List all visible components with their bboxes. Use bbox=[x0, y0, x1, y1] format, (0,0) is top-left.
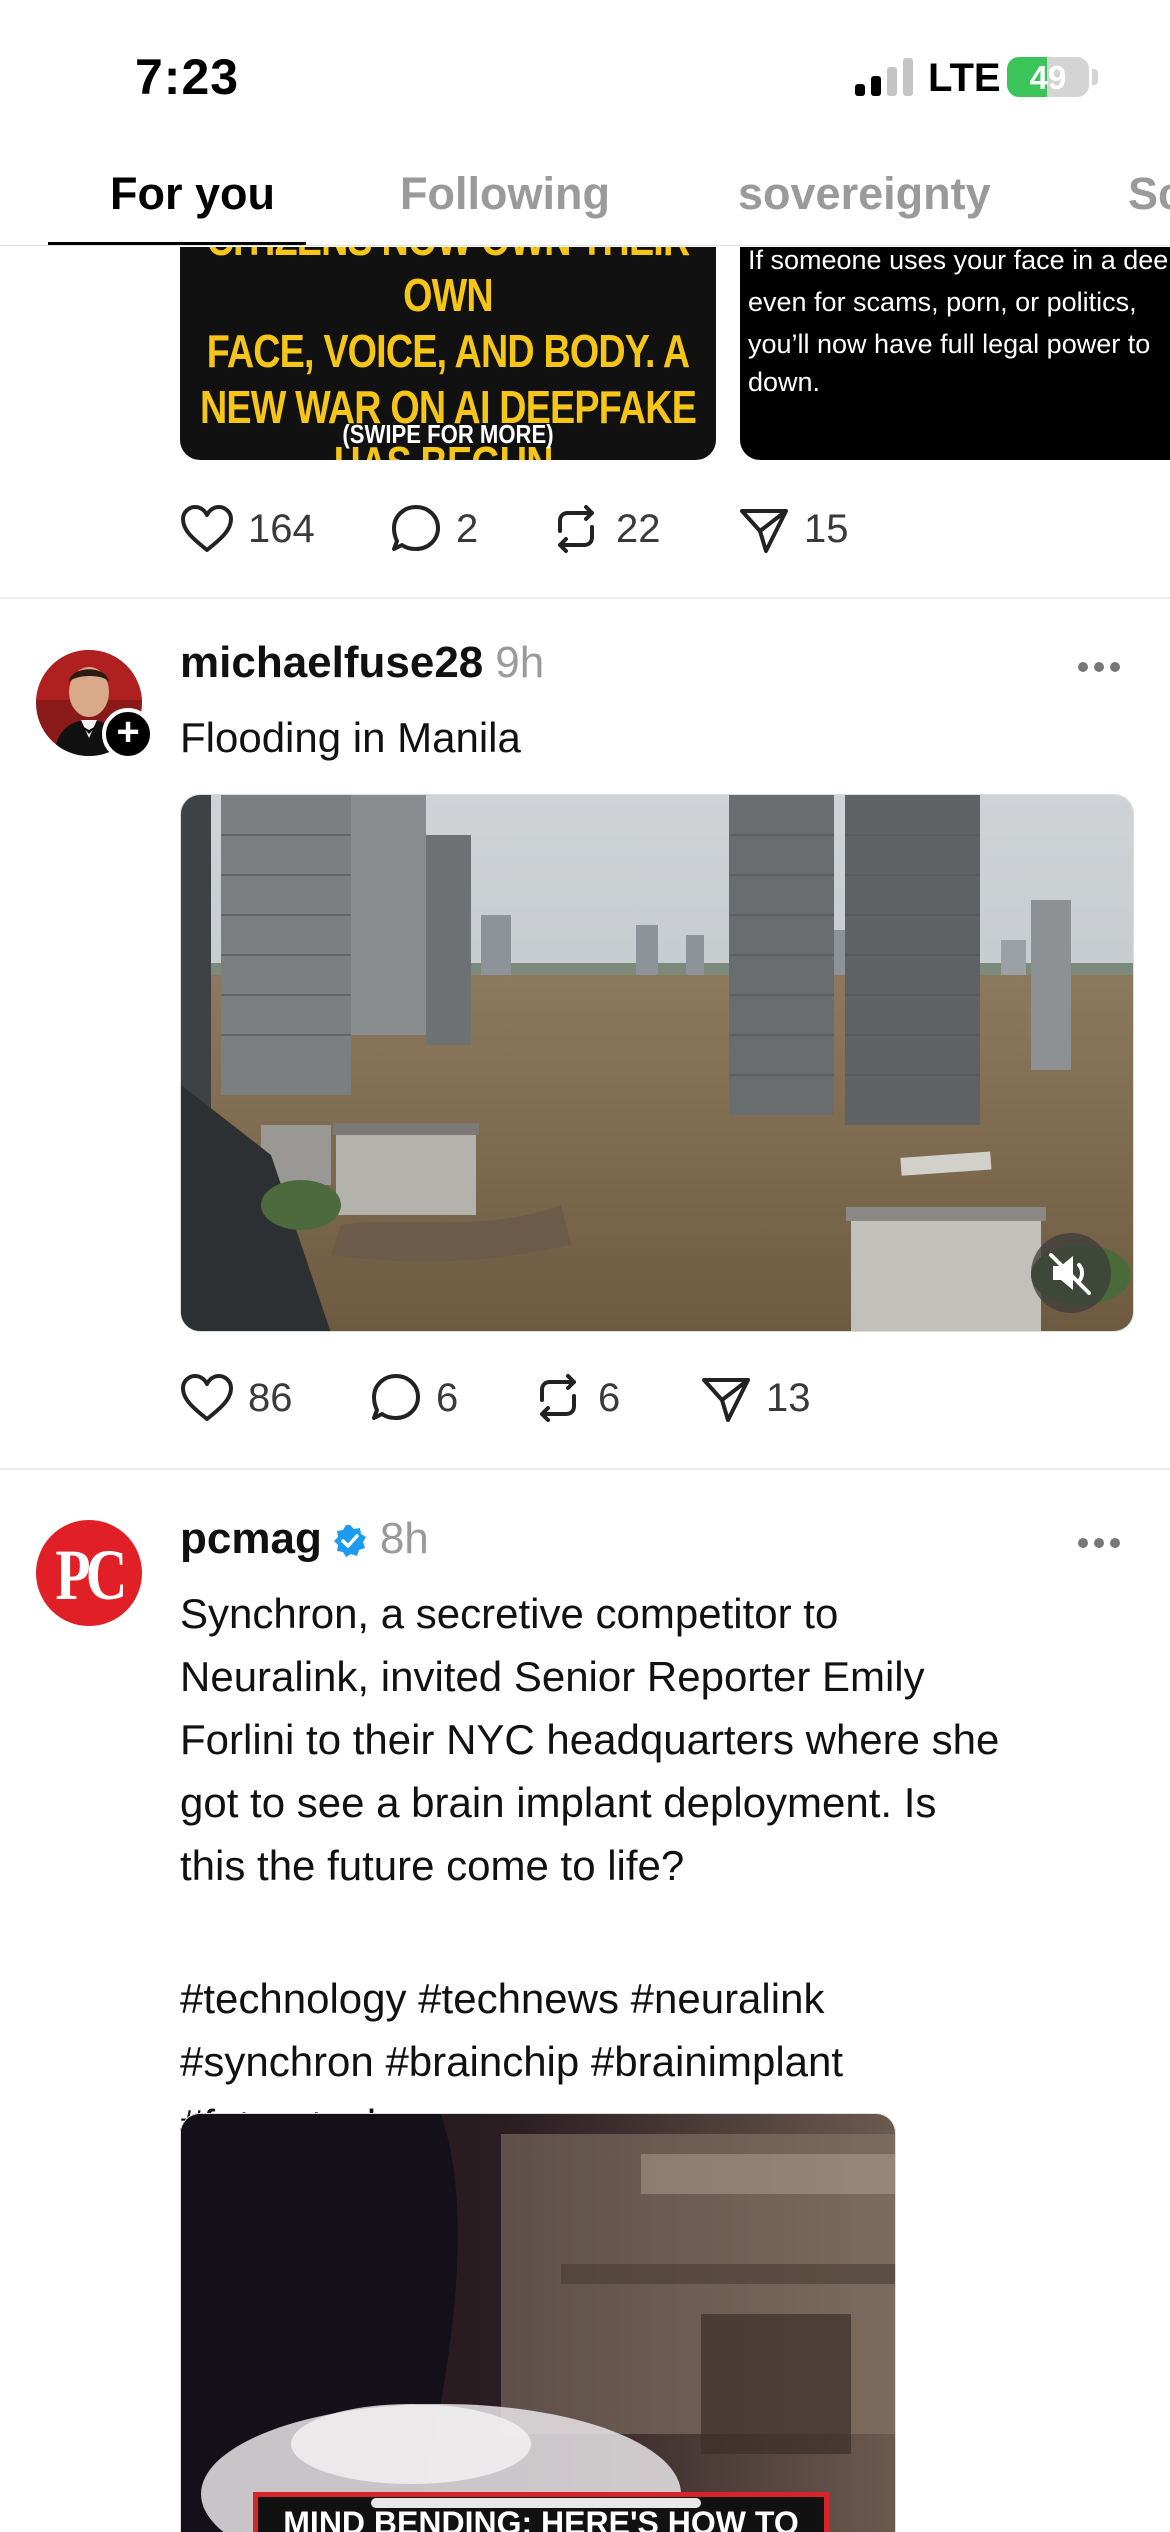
card-line: you’ll now have full legal power to bbox=[748, 329, 1151, 359]
network-type: LTE bbox=[928, 56, 1001, 100]
active-tab-indicator bbox=[48, 242, 306, 245]
card-footer: (SWIPE FOR MORE) bbox=[342, 419, 554, 449]
avatar[interactable]: PC bbox=[36, 1520, 142, 1626]
repost-button[interactable]: 22 bbox=[550, 499, 661, 559]
follow-plus-button[interactable]: + bbox=[102, 708, 154, 760]
text-line: Synchron, a secretive competitor to bbox=[180, 1590, 839, 1637]
post-header: michaelfuse28 9h bbox=[180, 638, 544, 688]
hashtag-line[interactable]: #synchron #brainchip #brainimplant bbox=[180, 2030, 1140, 2093]
post-time: 8h bbox=[379, 1514, 429, 1563]
like-button[interactable]: 164 bbox=[180, 499, 315, 559]
text-line: Forlini to their NYC headquarters where … bbox=[180, 1716, 1000, 1763]
username[interactable]: pcmag bbox=[180, 1514, 322, 1563]
reply-count: 2 bbox=[456, 506, 479, 551]
repost-icon bbox=[540, 1374, 576, 1422]
post-text: Flooding in Manila bbox=[180, 714, 521, 761]
reply-button[interactable]: 2 bbox=[390, 499, 478, 559]
comment-icon bbox=[392, 505, 440, 551]
feed-tabs: For you Following sovereignty Sc bbox=[0, 150, 1170, 246]
more-options-icon[interactable] bbox=[1078, 1538, 1122, 1550]
share-count: 15 bbox=[804, 506, 849, 551]
flood-scene-image bbox=[181, 795, 1133, 1331]
battery-icon: 49 bbox=[1007, 57, 1089, 97]
cellular-signal-icon bbox=[855, 58, 915, 96]
tab-partial[interactable]: Sc bbox=[1128, 168, 1170, 220]
carousel-card-2[interactable]: If someone uses your face in a deep even… bbox=[740, 247, 1170, 460]
text-line: got to see a brain implant deployment. I… bbox=[180, 1779, 937, 1826]
battery-percent: 49 bbox=[1029, 59, 1067, 96]
repost-icon bbox=[558, 505, 594, 553]
tab-sovereignty[interactable]: sovereignty bbox=[738, 168, 991, 220]
repost-count: 6 bbox=[598, 1375, 621, 1420]
card-line: even for scams, porn, or politics, bbox=[748, 287, 1137, 317]
post-deepfake: CITIZENS NOW OWN THEIR OWN FACE, VOICE, … bbox=[0, 247, 1170, 597]
share-count: 13 bbox=[766, 1375, 811, 1420]
video-flooding[interactable] bbox=[180, 794, 1134, 1332]
scroll-indicator bbox=[371, 2498, 701, 2508]
status-bar: 7:23 LTE 49 bbox=[0, 0, 1170, 150]
send-icon bbox=[740, 509, 788, 553]
card-line: CITIZENS NOW OWN THEIR OWN bbox=[207, 247, 691, 321]
hashtag-line[interactable]: #technology #technews #neuralink bbox=[180, 1967, 1140, 2030]
tab-for-you[interactable]: For you bbox=[110, 168, 275, 220]
repost-count: 22 bbox=[616, 506, 661, 551]
reply-button[interactable]: 6 bbox=[370, 1368, 458, 1428]
video-synchron[interactable]: MIND BENDING: HERE'S HOW TO bbox=[180, 2113, 896, 2532]
tab-following[interactable]: Following bbox=[400, 168, 610, 220]
post-divider bbox=[0, 597, 1170, 599]
post-flooding: + michaelfuse28 9h Flooding in Manila 86… bbox=[0, 600, 1170, 1468]
carousel-card-1[interactable]: CITIZENS NOW OWN THEIR OWN FACE, VOICE, … bbox=[180, 247, 716, 460]
comment-icon bbox=[372, 1374, 420, 1420]
like-button[interactable]: 86 bbox=[180, 1368, 293, 1428]
mute-button[interactable] bbox=[1031, 1233, 1111, 1313]
like-count: 164 bbox=[248, 506, 315, 551]
send-icon bbox=[702, 1378, 750, 1422]
media-caption: MIND BENDING: HERE'S HOW TO bbox=[283, 2505, 799, 2532]
like-count: 86 bbox=[248, 1375, 293, 1420]
card-line: If someone uses your face in a deep bbox=[748, 247, 1170, 275]
more-options-icon[interactable] bbox=[1078, 662, 1122, 674]
username[interactable]: michaelfuse28 bbox=[180, 638, 483, 687]
heart-icon bbox=[181, 1374, 233, 1421]
post-time: 9h bbox=[495, 638, 545, 687]
heart-icon bbox=[181, 505, 233, 552]
card-line: down. bbox=[748, 367, 821, 397]
speaker-muted-icon bbox=[1049, 1253, 1091, 1295]
verified-badge-icon bbox=[333, 1525, 366, 1558]
reply-count: 6 bbox=[436, 1375, 459, 1420]
repost-button[interactable]: 6 bbox=[532, 1368, 620, 1428]
video-thumbnail-image bbox=[181, 2114, 895, 2532]
post-text: Synchron, a secretive competitor to Neur… bbox=[180, 1582, 1140, 1897]
text-line: Neuralink, invited Senior Reporter Emily bbox=[180, 1653, 925, 1700]
battery-tip bbox=[1092, 69, 1098, 85]
post-pcmag: PC pcmag 8h Synchron, a secretive competi… bbox=[0, 1470, 1170, 2532]
post-header: pcmag 8h bbox=[180, 1514, 429, 1564]
share-button[interactable]: 13 bbox=[700, 1368, 811, 1428]
text-line: this the future come to life? bbox=[180, 1842, 685, 1889]
pcmag-logo-text: PC bbox=[55, 1535, 127, 1615]
card-line: FACE, VOICE, AND BODY. A bbox=[206, 325, 690, 377]
status-time: 7:23 bbox=[135, 49, 240, 105]
share-button[interactable]: 15 bbox=[738, 499, 849, 559]
